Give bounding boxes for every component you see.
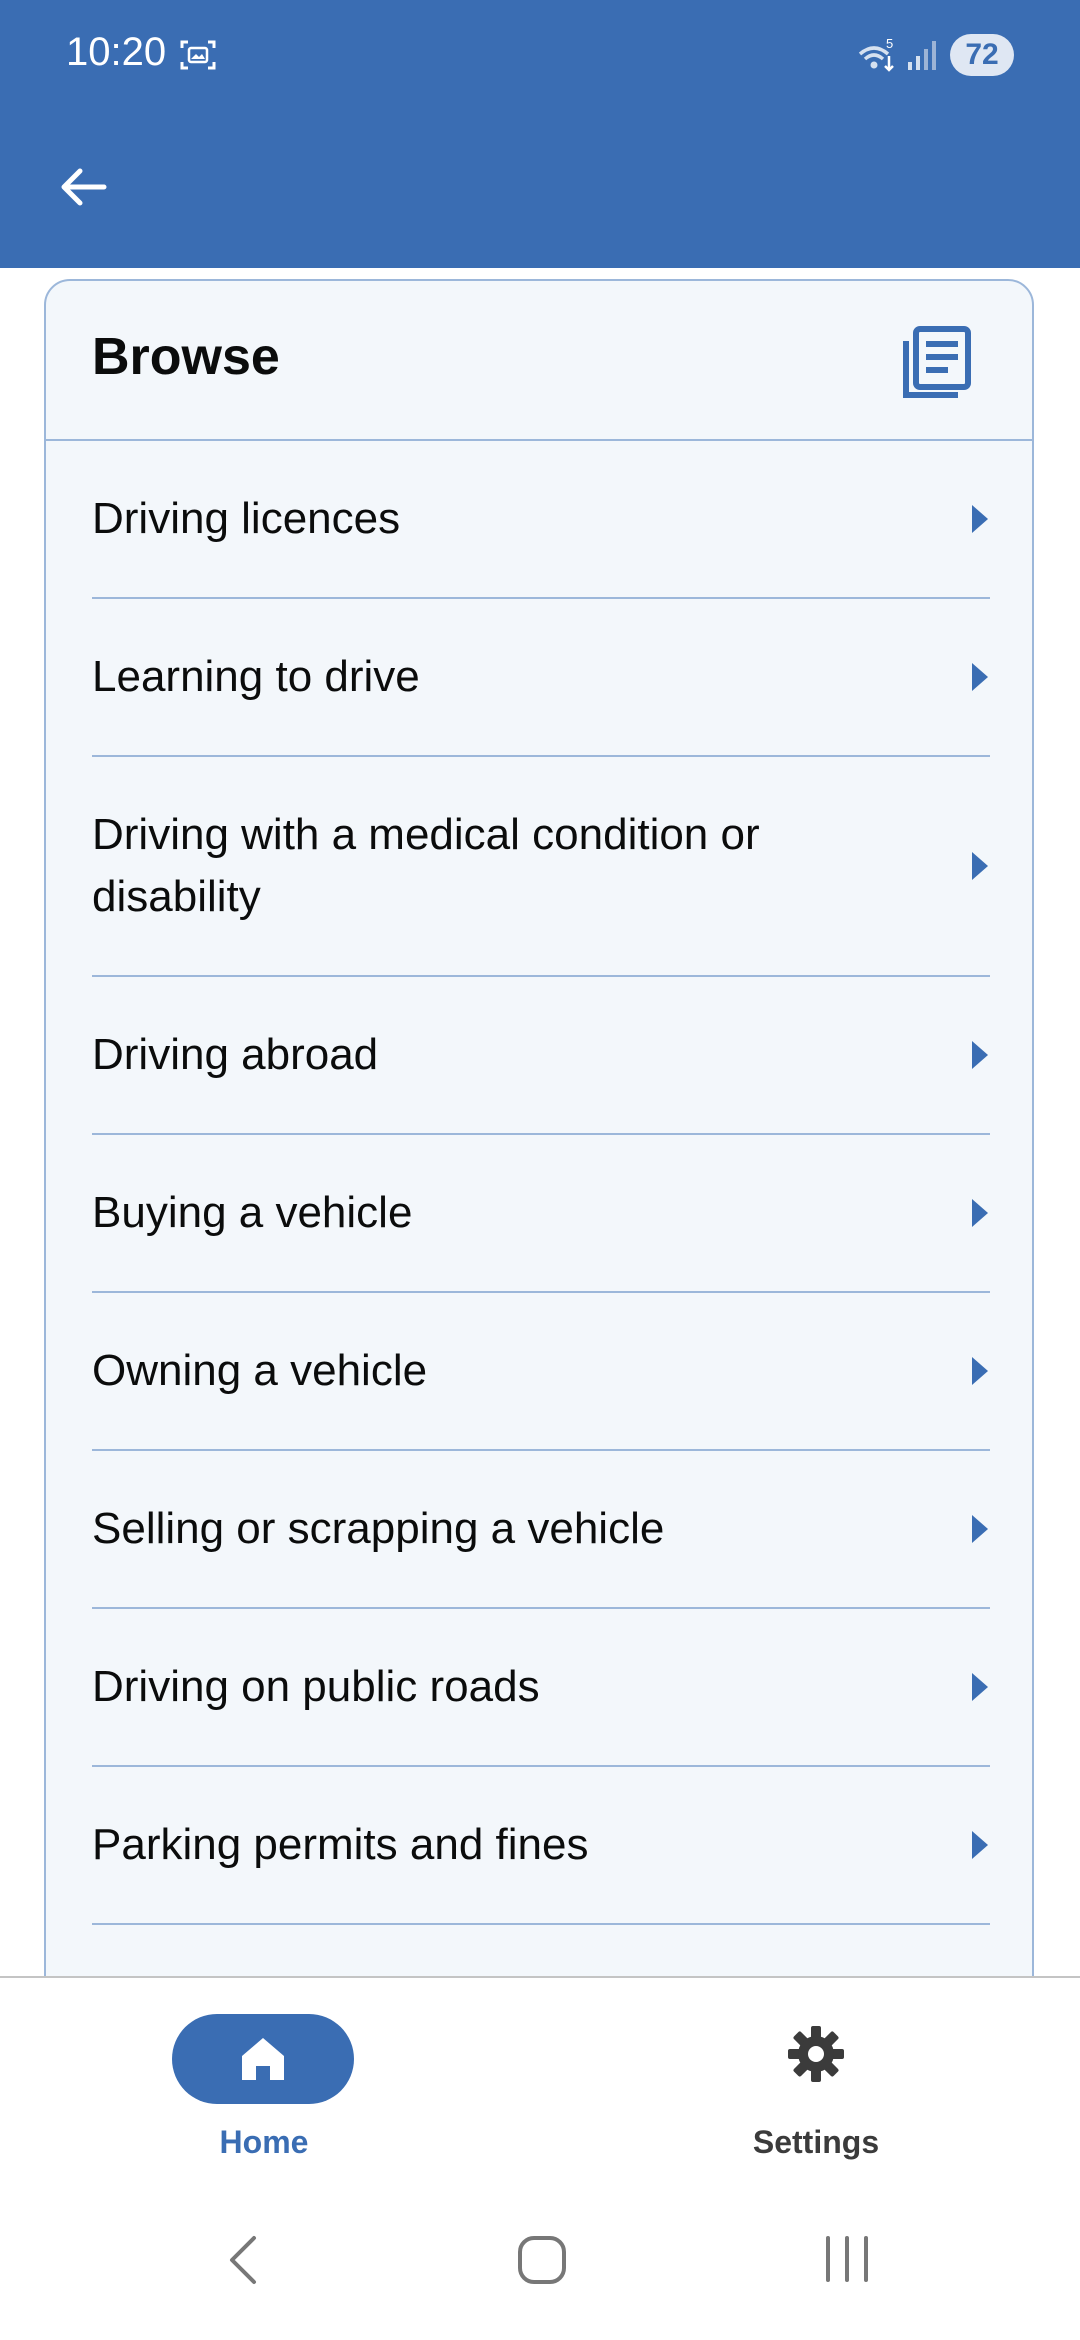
document-list-icon bbox=[903, 326, 971, 398]
status-bar: 10:20 5 72 bbox=[0, 0, 1080, 112]
nav-settings-label: Settings bbox=[752, 2124, 880, 2160]
chevron-right-icon bbox=[972, 852, 988, 880]
list-item-label: Learning to drive bbox=[92, 652, 420, 701]
list-item-driving-abroad[interactable]: Driving abroad bbox=[92, 977, 990, 1135]
list-item-label: Driving licences bbox=[92, 494, 401, 543]
list-item-buying-vehicle[interactable]: Buying a vehicle bbox=[92, 1135, 990, 1293]
system-back-icon[interactable] bbox=[218, 2232, 268, 2288]
chevron-right-icon bbox=[972, 1041, 988, 1069]
list-item-driving-licences[interactable]: Driving licences bbox=[92, 441, 990, 599]
wifi-badge: 5 bbox=[886, 36, 893, 51]
list-item-label: Selling or scrapping a vehicle bbox=[92, 1504, 665, 1553]
list-item-label: Driving on public roads bbox=[92, 1662, 540, 1711]
list-item-label: Parking permits and fines bbox=[92, 1820, 589, 1869]
chevron-right-icon bbox=[972, 505, 988, 533]
browse-card: Browse Driving licences Learning to driv… bbox=[44, 279, 1034, 2019]
browse-title: Browse bbox=[92, 328, 280, 386]
app-bar bbox=[0, 112, 1080, 268]
list-item-learning-to-drive[interactable]: Learning to drive bbox=[92, 599, 990, 757]
bottom-nav: Home Settings bbox=[0, 1976, 1080, 2178]
wifi-icon: 5 bbox=[858, 36, 894, 72]
system-nav-bar bbox=[0, 2178, 1080, 2340]
nav-settings-button[interactable]: Settings bbox=[724, 2014, 908, 2164]
signal-icon bbox=[908, 41, 936, 70]
chevron-right-icon bbox=[972, 1515, 988, 1543]
system-recents-icon[interactable] bbox=[820, 2234, 874, 2284]
screenshot-icon bbox=[180, 40, 216, 70]
list-item-owning-vehicle[interactable]: Owning a vehicle bbox=[92, 1293, 990, 1451]
browse-list: Driving licences Learning to drive Drivi… bbox=[46, 441, 1032, 1925]
list-item-label: Driving abroad bbox=[92, 1030, 379, 1079]
chevron-right-icon bbox=[972, 1831, 988, 1859]
chevron-right-icon bbox=[972, 663, 988, 691]
browse-header: Browse bbox=[46, 281, 1032, 441]
list-item-selling-vehicle[interactable]: Selling or scrapping a vehicle bbox=[92, 1451, 990, 1609]
status-time: 10:20 bbox=[66, 30, 167, 74]
list-item-label: Owning a vehicle bbox=[92, 1346, 428, 1395]
chevron-right-icon bbox=[972, 1673, 988, 1701]
system-home-icon[interactable] bbox=[516, 2234, 568, 2286]
arrow-left-icon[interactable] bbox=[48, 152, 118, 222]
chevron-right-icon bbox=[972, 1199, 988, 1227]
nav-home-button[interactable]: Home bbox=[172, 2014, 356, 2164]
gear-icon bbox=[788, 2026, 844, 2082]
list-item-parking-permits[interactable]: Parking permits and fines bbox=[92, 1767, 990, 1925]
home-icon bbox=[242, 2038, 284, 2080]
battery-indicator: 72 bbox=[950, 34, 1014, 76]
list-item-public-roads[interactable]: Driving on public roads bbox=[92, 1609, 990, 1767]
list-item-label: Driving with a medical condition or disa… bbox=[92, 810, 760, 921]
home-indicator-pill bbox=[172, 2014, 354, 2104]
list-item-label: Buying a vehicle bbox=[92, 1188, 413, 1237]
nav-home-label: Home bbox=[219, 2124, 309, 2160]
chevron-right-icon bbox=[972, 1357, 988, 1385]
list-item-medical-condition[interactable]: Driving with a medical condition or disa… bbox=[92, 757, 990, 977]
